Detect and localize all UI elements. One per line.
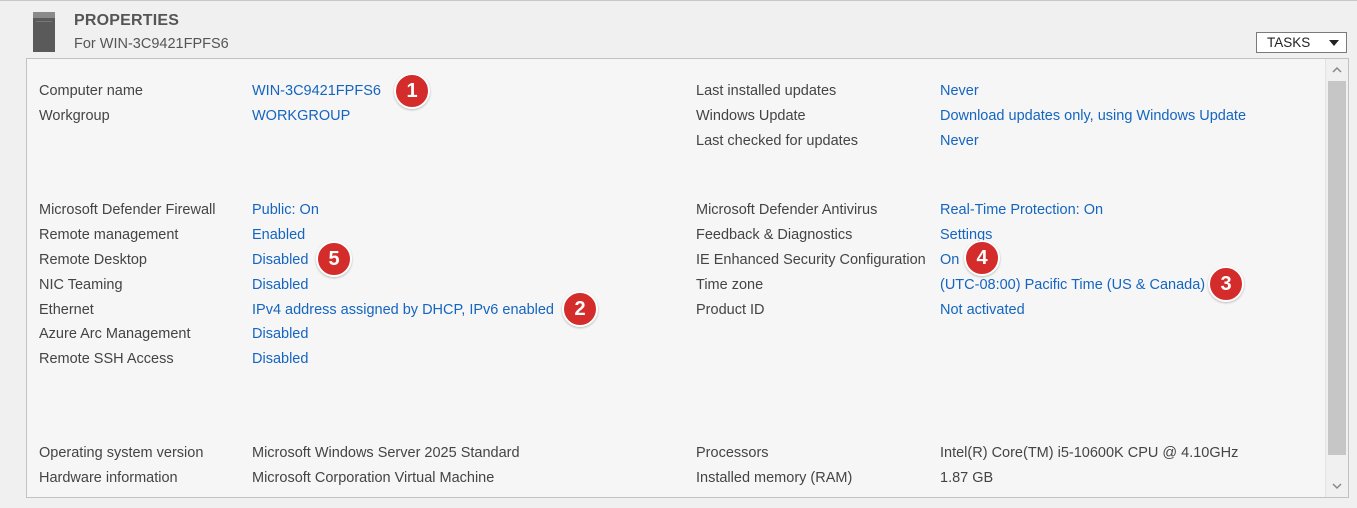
antivirus-link[interactable]: Real-Time Protection: On: [940, 202, 1103, 218]
ethernet-label: Ethernet: [39, 302, 94, 318]
feedback-diagnostics-label: Feedback & Diagnostics: [696, 227, 853, 243]
last-checked-link[interactable]: Never: [940, 133, 979, 149]
processors-label: Processors: [696, 445, 769, 461]
chevron-up-icon: [1332, 66, 1342, 73]
annotation-badge-2: 2: [562, 291, 598, 327]
chevron-down-icon: [1329, 40, 1339, 46]
server-icon: [33, 12, 55, 52]
vertical-scrollbar[interactable]: [1325, 59, 1348, 497]
annotation-badge-1: 1: [394, 73, 430, 109]
time-zone-link[interactable]: (UTC-08:00) Pacific Time (US & Canada): [940, 277, 1205, 293]
antivirus-label: Microsoft Defender Antivirus: [696, 202, 878, 218]
remote-ssh-link[interactable]: Disabled: [252, 351, 308, 367]
os-version-value: Microsoft Windows Server 2025 Standard: [252, 445, 520, 461]
os-version-label: Operating system version: [39, 445, 204, 461]
annotation-badge-5: 5: [316, 241, 352, 277]
windows-update-label: Windows Update: [696, 108, 806, 124]
azure-arc-label: Azure Arc Management: [39, 326, 191, 342]
azure-arc-link[interactable]: Disabled: [252, 326, 308, 342]
firewall-link[interactable]: Public: On: [252, 202, 319, 218]
remote-management-label: Remote management: [39, 227, 179, 243]
annotation-badge-3: 3: [1208, 266, 1244, 302]
installed-memory-label: Installed memory (RAM): [696, 470, 853, 486]
page-subtitle: For WIN-3C9421FPFS6: [74, 36, 229, 52]
time-zone-label: Time zone: [696, 277, 764, 293]
hardware-info-label: Hardware information: [39, 470, 178, 486]
tasks-dropdown-button[interactable]: TASKS: [1256, 32, 1347, 53]
scroll-up-button[interactable]: [1326, 59, 1348, 81]
workgroup-link[interactable]: WORKGROUP: [252, 108, 350, 124]
last-checked-label: Last checked for updates: [696, 133, 859, 149]
ie-esc-label: IE Enhanced Security Configuration: [696, 252, 926, 268]
scrollbar-thumb[interactable]: [1328, 81, 1346, 455]
installed-memory-value: 1.87 GB: [940, 470, 994, 486]
remote-desktop-label: Remote Desktop: [39, 252, 147, 268]
annotation-badge-4: 4: [964, 240, 1000, 276]
remote-ssh-label: Remote SSH Access: [39, 351, 174, 367]
ie-esc-link[interactable]: On: [940, 252, 959, 268]
product-id-link[interactable]: Not activated: [940, 302, 1025, 318]
properties-panel: Computer name WIN-3C9421FPFS6 Workgroup …: [26, 58, 1349, 498]
processors-value: Intel(R) Core(TM) i5-10600K CPU @ 4.10GH…: [940, 445, 1239, 461]
firewall-label: Microsoft Defender Firewall: [39, 202, 216, 218]
last-installed-updates-label: Last installed updates: [696, 83, 837, 99]
last-installed-updates-link[interactable]: Never: [940, 83, 979, 99]
remote-desktop-link[interactable]: Disabled: [252, 252, 308, 268]
remote-management-link[interactable]: Enabled: [252, 227, 305, 243]
workgroup-label: Workgroup: [39, 108, 110, 124]
nic-teaming-link[interactable]: Disabled: [252, 277, 308, 293]
computer-name-label: Computer name: [39, 83, 143, 99]
product-id-label: Product ID: [696, 302, 765, 318]
tasks-label: TASKS: [1267, 35, 1311, 50]
ethernet-link[interactable]: IPv4 address assigned by DHCP, IPv6 enab…: [252, 302, 554, 318]
hardware-info-value: Microsoft Corporation Virtual Machine: [252, 470, 495, 486]
scroll-down-button[interactable]: [1326, 475, 1348, 497]
page-title: PROPERTIES: [74, 12, 180, 29]
nic-teaming-label: NIC Teaming: [39, 277, 123, 293]
top-divider: [0, 0, 1357, 1]
windows-update-link[interactable]: Download updates only, using Windows Upd…: [940, 108, 1246, 124]
chevron-down-icon: [1332, 483, 1342, 490]
computer-name-link[interactable]: WIN-3C9421FPFS6: [252, 83, 381, 99]
